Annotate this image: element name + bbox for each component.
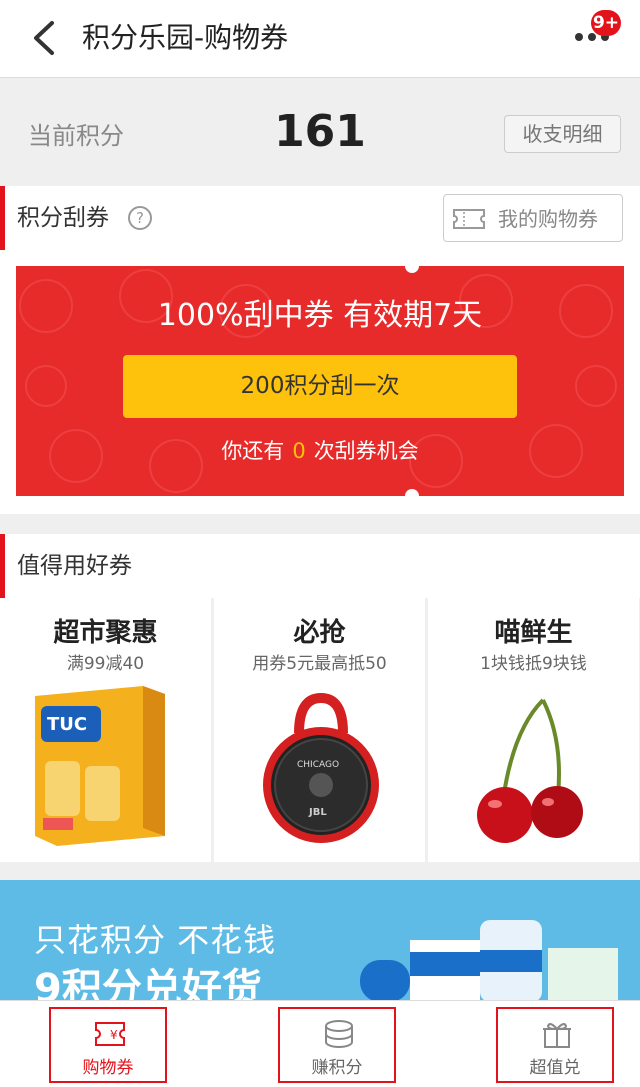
product-name: 喵鲜生 xyxy=(494,618,573,648)
cracker-box-icon: TUC xyxy=(35,686,165,846)
tab-label: 超值兑 xyxy=(529,1058,581,1078)
tab-label: 购物券 xyxy=(82,1058,134,1078)
current-points-value: 161 xyxy=(274,106,366,157)
my-coupons-button[interactable]: 我的购物券 xyxy=(443,194,623,242)
cherry-icon xyxy=(477,698,583,843)
card-notch-bottom xyxy=(405,489,419,496)
product-desc: 1块钱抵9块钱 xyxy=(480,654,587,674)
good-coupons-title: 值得用好券 xyxy=(17,553,132,579)
chance-prefix: 你还有 xyxy=(221,439,285,463)
app-header: 积分乐园-购物券 9+ xyxy=(0,0,640,78)
back-arrow-icon[interactable] xyxy=(30,20,60,56)
tab-earn-points[interactable]: 赚积分 xyxy=(278,1007,396,1083)
svg-text:JBL: JBL xyxy=(308,807,327,818)
page-title: 积分乐园-购物券 xyxy=(82,21,289,54)
product-card[interactable]: 超市聚惠 满99减40 TUC xyxy=(0,598,211,862)
promo-products-icon xyxy=(360,920,618,1002)
banner-headline: 只花积分 不花钱 xyxy=(34,921,277,959)
product-card[interactable]: 喵鲜生 1块钱抵9块钱 xyxy=(428,598,639,862)
product-desc: 用券5元最高抵50 xyxy=(252,654,387,674)
tab-great-value[interactable]: 超值兑 xyxy=(496,1007,614,1083)
speaker-icon: CHICAGO JBL xyxy=(263,693,379,843)
banner-subheadline: 9积分兑好货 xyxy=(34,966,262,1002)
product-desc: 满99减40 xyxy=(66,654,145,674)
section-accent-bar xyxy=(0,534,5,598)
points-detail-button[interactable]: 收支明细 xyxy=(504,115,621,153)
ticket-icon xyxy=(453,209,485,229)
scratch-card-title: 100%刮中券 有效期7天 xyxy=(157,298,483,333)
product-card[interactable]: 必抢 用券5元最高抵50 CHICAGO JBL xyxy=(214,598,425,862)
scratch-section-header: 积分刮券 ? 我的购物券 xyxy=(0,186,640,250)
coins-icon xyxy=(325,1020,353,1048)
tab-coupons[interactable]: ¥ 购物券 xyxy=(49,1007,167,1083)
bottom-tab-bar: ¥ 购物券 赚积分 超值兑 xyxy=(0,1000,640,1087)
product-name: 超市聚惠 xyxy=(53,618,158,648)
coupon-icon: ¥ xyxy=(95,1022,125,1046)
chance-count: 0 xyxy=(292,439,306,463)
help-icon[interactable]: ? xyxy=(128,206,152,230)
current-points-label: 当前积分 xyxy=(28,122,124,150)
tab-label: 赚积分 xyxy=(311,1058,363,1078)
scratch-card: 100%刮中券 有效期7天 200积分刮一次 你还有 0 次刮券机会 xyxy=(16,266,624,496)
svg-text:¥: ¥ xyxy=(110,1028,118,1042)
product-name: 必抢 xyxy=(293,618,346,648)
my-coupons-label: 我的购物券 xyxy=(498,207,598,231)
svg-text:TUC: TUC xyxy=(47,714,87,735)
points-summary: 当前积分 161 收支明细 xyxy=(0,80,640,186)
notification-badge: 9+ xyxy=(591,10,621,36)
scratch-section-title: 积分刮券 xyxy=(17,205,109,231)
remaining-chances: 你还有 0 次刮券机会 xyxy=(16,436,624,466)
svg-text:CHICAGO: CHICAGO xyxy=(297,760,339,770)
good-coupons-header: 值得用好券 xyxy=(0,534,640,598)
promo-banner[interactable]: 只花积分 不花钱 9积分兑好货 xyxy=(0,880,640,1002)
scratch-once-button[interactable]: 200积分刮一次 xyxy=(123,355,517,418)
gift-icon xyxy=(543,1023,571,1048)
coupon-products: 超市聚惠 满99减40 TUC 必抢 用券5元最高抵50 CHICAGO JBL… xyxy=(0,598,640,862)
section-accent-bar xyxy=(0,186,5,250)
scratch-card-area: 100%刮中券 有效期7天 200积分刮一次 你还有 0 次刮券机会 xyxy=(0,250,640,514)
chance-suffix: 次刮券机会 xyxy=(313,439,419,463)
